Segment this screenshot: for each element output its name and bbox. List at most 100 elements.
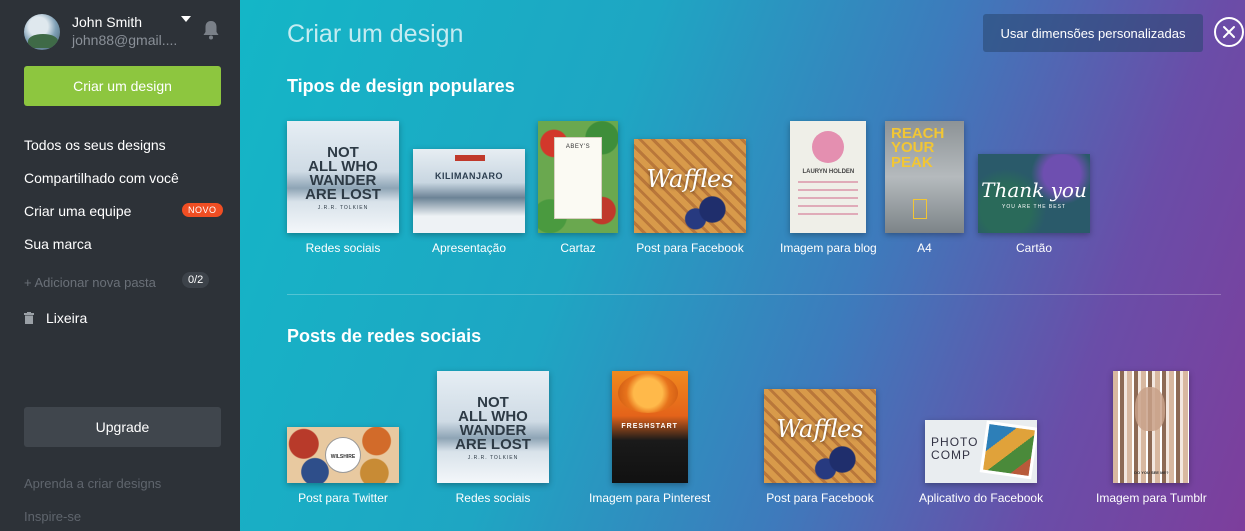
- sidebar-item-label: Compartilhado com você: [24, 169, 179, 186]
- design-type-card[interactable]: DO YOU SEE ME? Imagem para Tumblr: [1096, 371, 1207, 505]
- create-design-panel: Criar um design Usar dimensões personali…: [240, 0, 1245, 531]
- design-type-card[interactable]: NOT ALL WHO WANDER ARE LOST J.R.R. TOLKI…: [437, 371, 549, 505]
- folder-count-badge: 0/2: [182, 272, 210, 288]
- sidebar-nav: Todos os seus designs Compartilhado com …: [24, 128, 224, 260]
- design-thumbnail[interactable]: NOT ALL WHO WANDER ARE LOST J.R.R. TOLKI…: [437, 371, 549, 483]
- card-label: Post para Twitter: [298, 491, 388, 505]
- thumbnail-text-line: ARE LOST: [305, 186, 381, 204]
- popular-section-title: Tipos de design populares: [287, 76, 515, 96]
- social-section-title: Posts de redes sociais: [287, 326, 482, 346]
- thumbnail-text: KILIMANJARO: [435, 171, 503, 181]
- sidebar-item-create-team[interactable]: Criar uma equipe NOVO: [24, 194, 224, 227]
- sidebar-item-label: Lixeira: [46, 310, 88, 326]
- learn-link[interactable]: Aprenda a criar designs: [24, 476, 161, 491]
- design-thumbnail[interactable]: PHOTO COMP: [925, 420, 1038, 483]
- design-type-card[interactable]: Thank you YOU ARE THE BEST Cartão: [978, 154, 1090, 255]
- design-thumbnail[interactable]: FRESHSTART: [611, 371, 688, 483]
- card-label: Imagem para Pinterest: [589, 491, 711, 505]
- thumbnail-lines: [798, 181, 859, 221]
- card-label: A4: [917, 241, 932, 255]
- section-divider: [287, 294, 1221, 295]
- sidebar-item-brand[interactable]: Sua marca: [24, 227, 224, 260]
- thumbnail-image: [812, 131, 845, 163]
- user-email: john88@gmail....: [72, 32, 178, 48]
- card-label: Redes sociais: [455, 491, 531, 505]
- thumbnail-image: [1135, 387, 1166, 431]
- thumbnail-frame: [913, 199, 927, 219]
- thumbnail-subtext: YOU ARE THE BEST: [1002, 203, 1066, 210]
- page-title: Criar um design: [287, 20, 464, 48]
- design-thumbnail[interactable]: Thank you YOU ARE THE BEST: [978, 154, 1090, 233]
- thumbnail-text-line: COMP: [931, 447, 972, 462]
- design-type-card[interactable]: REACH YOUR PEAK A4: [885, 121, 964, 255]
- design-type-card[interactable]: NOT ALL WHO WANDER ARE LOST J.R.R. TOLKI…: [287, 121, 399, 255]
- design-thumbnail[interactable]: KILIMANJARO: [413, 149, 525, 233]
- card-label: Cartão: [1015, 241, 1053, 255]
- thumbnail-text-line: ARE LOST: [455, 436, 531, 454]
- user-name: John Smith: [72, 14, 143, 30]
- card-label: Apresentação: [431, 241, 507, 255]
- thumbnail-subtext: J.R.R. TOLKIEN: [317, 204, 369, 211]
- bell-icon[interactable]: [202, 20, 220, 40]
- thumbnail-text: Thank you: [981, 177, 1087, 202]
- card-label: Imagem para Tumblr: [1096, 491, 1207, 505]
- card-label: Post para Facebook: [636, 241, 744, 255]
- thumbnail-text-line: PHOTO: [931, 435, 979, 449]
- design-type-card[interactable]: Waffles Post para Facebook: [764, 389, 876, 505]
- thumbnail-text: NOT ALL WHO WANDER ARE LOST J.R.R. TOLKI…: [437, 394, 549, 461]
- sidebar-item-trash[interactable]: Lixeira: [24, 308, 87, 328]
- add-folder-link[interactable]: + Adicionar nova pasta 0/2: [24, 272, 214, 292]
- thumbnail-text-line: PEAK: [891, 153, 933, 171]
- thumbnail-text: REACH YOUR PEAK: [891, 126, 944, 171]
- create-design-button[interactable]: Criar um design: [24, 66, 221, 106]
- thumbnail-text: Waffles: [646, 165, 734, 194]
- card-label: Redes sociais: [305, 241, 381, 255]
- thumbnail-text: Waffles: [776, 415, 864, 444]
- chevron-down-icon[interactable]: [181, 16, 191, 22]
- design-thumbnail[interactable]: Waffles: [764, 389, 876, 483]
- card-label: Cartaz: [560, 241, 596, 255]
- thumbnail-text: PHOTO COMP: [931, 436, 978, 461]
- design-thumbnail[interactable]: WILSHIRE: [287, 427, 399, 483]
- thumbnail-card: ABEY'S: [554, 137, 602, 219]
- thumbnail-text: FRESHSTART: [621, 423, 678, 430]
- design-type-card[interactable]: ABEY'S Cartaz: [538, 121, 618, 255]
- sidebar-item-label: Sua marca: [24, 235, 92, 252]
- thumbnail-text: ABEY'S: [565, 144, 591, 150]
- thumbnail-badge: WILSHIRE: [325, 437, 361, 473]
- sidebar-item-shared[interactable]: Compartilhado com você: [24, 161, 224, 194]
- card-label: Aplicativo do Facebook: [919, 491, 1044, 505]
- design-type-card[interactable]: KILIMANJARO Apresentação: [413, 149, 525, 255]
- design-thumbnail[interactable]: Waffles: [634, 139, 746, 233]
- design-type-card[interactable]: WILSHIRE Post para Twitter: [287, 427, 399, 505]
- add-folder-label: + Adicionar nova pasta: [24, 274, 156, 290]
- inspire-link[interactable]: Inspire-se: [24, 509, 81, 524]
- custom-dimensions-button[interactable]: Usar dimensões personalizadas: [983, 14, 1203, 52]
- design-type-card[interactable]: LAURYN HOLDEN Imagem para blog: [780, 121, 877, 255]
- design-thumbnail[interactable]: REACH YOUR PEAK: [885, 121, 964, 233]
- user-menu[interactable]: John Smith john88@gmail....: [24, 12, 224, 52]
- design-thumbnail[interactable]: DO YOU SEE ME?: [1113, 371, 1190, 483]
- upgrade-button[interactable]: Upgrade: [24, 407, 221, 447]
- design-thumbnail[interactable]: LAURYN HOLDEN: [790, 121, 867, 233]
- card-label: Post para Facebook: [766, 491, 874, 505]
- close-icon: [1223, 26, 1235, 38]
- new-badge: NOVO: [182, 203, 223, 217]
- design-thumbnail[interactable]: NOT ALL WHO WANDER ARE LOST J.R.R. TOLKI…: [287, 121, 399, 233]
- avatar[interactable]: [24, 14, 60, 50]
- sidebar-item-label: Todos os seus designs: [24, 136, 166, 153]
- sidebar: John Smith john88@gmail.... Criar um des…: [0, 0, 240, 531]
- design-type-card[interactable]: Waffles Post para Facebook: [634, 139, 746, 255]
- thumbnail-accent: [455, 155, 485, 161]
- design-type-card[interactable]: PHOTO COMP Aplicativo do Facebook: [919, 420, 1043, 505]
- thumbnail-image: [617, 373, 678, 413]
- close-button[interactable]: [1214, 17, 1244, 47]
- thumbnail-text: NOT ALL WHO WANDER ARE LOST J.R.R. TOLKI…: [287, 144, 399, 211]
- thumbnail-image: [979, 420, 1038, 480]
- design-thumbnail[interactable]: ABEY'S: [538, 121, 618, 233]
- thumbnail-text: LAURYN HOLDEN: [802, 169, 855, 175]
- trash-icon: [24, 312, 34, 324]
- design-type-card[interactable]: FRESHSTART Imagem para Pinterest: [589, 371, 710, 505]
- sidebar-item-all-designs[interactable]: Todos os seus designs: [24, 128, 224, 161]
- thumbnail-text: WILSHIRE: [330, 454, 356, 460]
